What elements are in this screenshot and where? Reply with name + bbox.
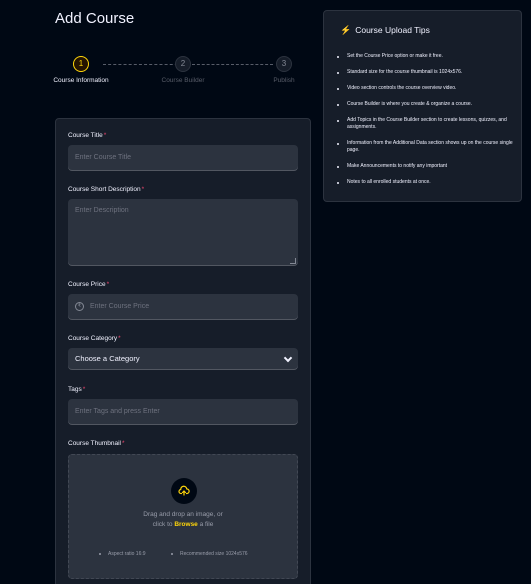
course-category-select[interactable]: Choose a Category xyxy=(68,348,298,370)
course-price-input[interactable]: ₹ Enter Course Price xyxy=(68,294,298,320)
browse-link[interactable]: Browse xyxy=(174,521,197,528)
tip-item: Set the Course Price option or make it f… xyxy=(337,53,513,60)
course-description-label: Course Short Description* xyxy=(68,186,145,193)
upload-cloud-icon[interactable] xyxy=(171,478,197,504)
recommended-size-note: Recommended size 1024x576 xyxy=(171,551,248,557)
step-number: 1 xyxy=(73,56,89,72)
step-label: Publish xyxy=(273,77,295,84)
thumbnail-dropzone[interactable]: Drag and drop an image, or click to Brow… xyxy=(68,454,298,579)
chevron-down-icon xyxy=(283,353,293,363)
progress-stepper: 1 Course Information 2 Course Builder 3 … xyxy=(53,56,313,90)
step-number: 2 xyxy=(175,56,191,72)
tip-item: Course Builder is where you create & org… xyxy=(337,101,513,108)
lightning-icon: ⚡ xyxy=(340,25,352,35)
tips-title: ⚡ Course Upload Tips xyxy=(340,25,430,35)
step-number: 3 xyxy=(276,56,292,72)
price-placeholder: Enter Course Price xyxy=(90,303,150,310)
step-course-builder[interactable]: 2 Course Builder xyxy=(143,56,223,84)
course-upload-tips-panel: ⚡ Course Upload Tips Set the Course Price… xyxy=(323,10,522,202)
course-thumbnail-label: Course Thumbnail* xyxy=(68,440,125,447)
aspect-ratio-note: Aspect ratio 16:9 xyxy=(99,551,146,557)
course-description-textarea[interactable]: Enter Description xyxy=(68,199,298,266)
tip-item: Notes to all enrolled students at once. xyxy=(337,179,513,186)
tip-item: Video section controls the course overvi… xyxy=(337,85,513,92)
step-label: Course Information xyxy=(53,77,109,84)
category-selected-value: Choose a Category xyxy=(75,354,140,363)
resize-handle-icon[interactable] xyxy=(290,258,296,264)
course-information-form: Course Title* Enter Course Title Course … xyxy=(55,118,311,584)
description-placeholder: Enter Description xyxy=(75,207,129,214)
tip-item: Standard size for the course thumbnail i… xyxy=(337,69,513,76)
step-label: Course Builder xyxy=(161,77,205,84)
course-title-input[interactable]: Enter Course Title xyxy=(68,145,298,171)
step-publish[interactable]: 3 Publish xyxy=(244,56,324,84)
tip-item: Add Topics in the Course Builder section… xyxy=(337,117,513,131)
rupee-icon: ₹ xyxy=(75,301,84,311)
tags-input[interactable]: Enter Tags and press Enter xyxy=(68,399,298,425)
page-title: Add Course xyxy=(55,10,135,27)
tips-list: Set the Course Price option or make it f… xyxy=(337,53,513,195)
tip-item: Information from the Additional Data sec… xyxy=(337,140,513,154)
course-category-label: Course Category* xyxy=(68,335,121,342)
tags-label: Tags* xyxy=(68,386,86,393)
course-title-label: Course Title* xyxy=(68,132,107,139)
step-course-information[interactable]: 1 Course Information xyxy=(41,56,121,84)
dropzone-instructions: Drag and drop an image, or click to Brow… xyxy=(143,511,223,528)
course-price-label: Course Price* xyxy=(68,281,110,288)
tip-item: Make Announcements to notify any importa… xyxy=(337,163,513,170)
